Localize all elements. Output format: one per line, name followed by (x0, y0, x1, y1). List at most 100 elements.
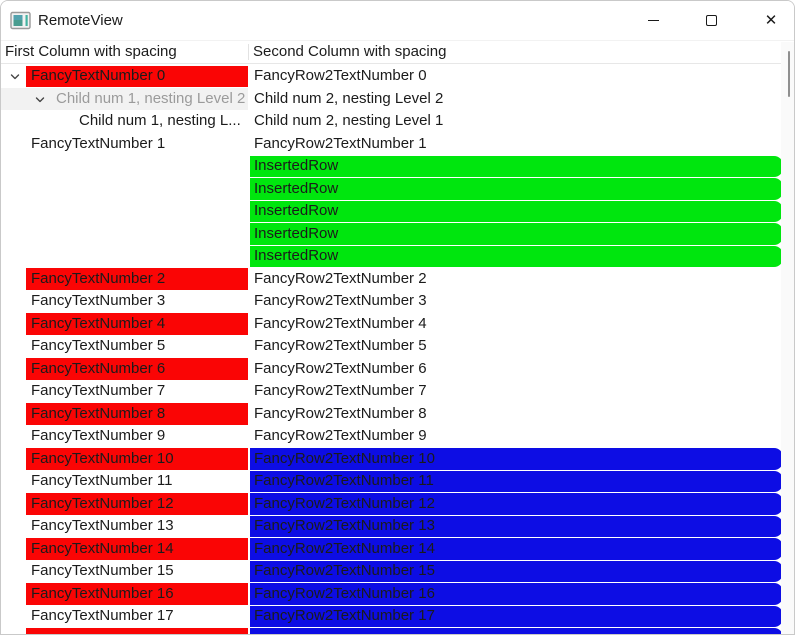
cell-first-column[interactable]: FancyTextNumber 3 (1, 290, 248, 313)
table-row[interactable]: InsertedRow (1, 155, 794, 178)
cell-second-column[interactable]: InsertedRow (250, 200, 783, 223)
cell-first-column[interactable] (1, 200, 248, 223)
table-row[interactable]: FancyTextNumber 1 FancyRow2TextNumber 1 (1, 133, 794, 156)
cell-second-column[interactable]: FancyRow2TextNumber 16 (250, 583, 783, 606)
cell-first-column[interactable]: FancyTextNumber 0 (1, 65, 248, 88)
cell-first-column[interactable] (1, 245, 248, 268)
minimize-button[interactable] (630, 1, 676, 40)
table-row[interactable]: FancyTextNumber 8 FancyRow2TextNumber 8 (1, 403, 794, 426)
cell-first-column[interactable]: FancyTextNumber 15 (1, 560, 248, 583)
cell-first-column[interactable]: FancyTextNumber 11 (1, 470, 248, 493)
table-row[interactable]: FancyTextNumber 4 FancyRow2TextNumber 4 (1, 313, 794, 336)
cell-first-column[interactable]: FancyTextNumber 16 (1, 583, 248, 606)
cell-text: FancyRow2TextNumber 6 (254, 359, 427, 377)
cell-second-column[interactable]: FancyRow2TextNumber 3 (250, 290, 783, 313)
cell-text: FancyRow2TextNumber 0 (254, 67, 427, 84)
table-row[interactable]: FancyTextNumber 12 FancyRow2TextNumber 12 (1, 493, 794, 516)
cell-second-column[interactable]: FancyRow2TextNumber 13 (250, 515, 783, 538)
cell-text: FancyRow2TextNumber 9 (254, 427, 427, 444)
maximize-button[interactable] (688, 1, 734, 40)
table-row[interactable]: FancyTextNumber 11 FancyRow2TextNumber 11 (1, 470, 794, 493)
scrollbar-thumb[interactable] (788, 51, 790, 97)
cell-first-column[interactable]: FancyTextNumber 2 (1, 268, 248, 291)
app-icon (10, 11, 31, 30)
table-row[interactable]: FancyTextNumber 7 FancyRow2TextNumber 7 (1, 380, 794, 403)
cell-first-column[interactable]: FancyTextNumber 9 (1, 425, 248, 448)
vertical-scrollbar[interactable] (781, 42, 794, 634)
cell-second-column[interactable]: InsertedRow (250, 155, 783, 178)
cell-second-column[interactable]: FancyRow2TextNumber 0 (250, 65, 783, 88)
cell-first-column[interactable] (1, 628, 248, 634)
cell-second-column[interactable]: FancyRow2TextNumber 12 (250, 493, 783, 516)
chevron-down-icon[interactable] (9, 70, 21, 82)
cell-second-column[interactable] (250, 628, 783, 634)
cell-text: InsertedRow (254, 202, 339, 219)
cell-second-column[interactable]: FancyRow2TextNumber 14 (250, 538, 783, 561)
cell-text: FancyTextNumber 8 (31, 404, 166, 422)
cell-second-column[interactable]: FancyRow2TextNumber 11 (250, 470, 783, 493)
cell-text: FancyRow2TextNumber 16 (254, 584, 435, 602)
cell-first-column[interactable]: FancyTextNumber 7 (1, 380, 248, 403)
cell-first-column[interactable]: Child num 1, nesting L... (1, 110, 248, 133)
cell-first-column[interactable]: Child num 1, nesting Level 2 (1, 88, 248, 111)
window-title: RemoteView (38, 12, 123, 29)
table-row[interactable]: FancyTextNumber 17 FancyRow2TextNumber 17 (1, 605, 794, 628)
cell-first-column[interactable]: FancyTextNumber 6 (1, 358, 248, 381)
cell-second-column[interactable]: InsertedRow (250, 223, 783, 246)
table-row[interactable]: Child num 1, nesting Level 2 Child num 2,… (1, 88, 794, 111)
cell-second-column[interactable]: FancyRow2TextNumber 7 (250, 380, 783, 403)
cell-first-column[interactable] (1, 223, 248, 246)
column-divider[interactable] (248, 44, 249, 60)
table-row[interactable]: InsertedRow (1, 223, 794, 246)
cell-first-column[interactable]: FancyTextNumber 4 (1, 313, 248, 336)
table-row[interactable]: FancyTextNumber 13 FancyRow2TextNumber 13 (1, 515, 794, 538)
cell-first-column[interactable]: FancyTextNumber 17 (1, 605, 248, 628)
cell-second-column[interactable]: FancyRow2TextNumber 1 (250, 133, 783, 156)
cell-first-column[interactable]: FancyTextNumber 1 (1, 133, 248, 156)
cell-second-column[interactable]: InsertedRow (250, 245, 783, 268)
table-row[interactable]: Child num 1, nesting L... Child num 2, ne… (1, 110, 794, 133)
cell-first-column[interactable]: FancyTextNumber 13 (1, 515, 248, 538)
cell-second-column[interactable]: FancyRow2TextNumber 9 (250, 425, 783, 448)
table-row[interactable]: InsertedRow (1, 178, 794, 201)
cell-first-column[interactable]: FancyTextNumber 8 (1, 403, 248, 426)
table-row[interactable]: FancyTextNumber 16 FancyRow2TextNumber 16 (1, 583, 794, 606)
table-row[interactable]: FancyTextNumber 6 FancyRow2TextNumber 6 (1, 358, 794, 381)
cell-second-column[interactable]: FancyRow2TextNumber 4 (250, 313, 783, 336)
cell-second-column[interactable]: FancyRow2TextNumber 6 (250, 358, 783, 381)
cell-second-column[interactable]: FancyRow2TextNumber 15 (250, 560, 783, 583)
cell-second-column[interactable]: FancyRow2TextNumber 5 (250, 335, 783, 358)
chevron-down-icon[interactable] (34, 93, 46, 105)
cell-text: FancyTextNumber 11 (31, 472, 173, 489)
cell-first-column[interactable]: FancyTextNumber 14 (1, 538, 248, 561)
table-row[interactable]: FancyTextNumber 15 FancyRow2TextNumber 15 (1, 560, 794, 583)
table-row[interactable]: FancyTextNumber 2 FancyRow2TextNumber 2 (1, 268, 794, 291)
cell-text: FancyTextNumber 14 (31, 539, 174, 557)
cell-first-column[interactable]: FancyTextNumber 10 (1, 448, 248, 471)
column-header-first[interactable]: First Column with spacing (5, 41, 245, 63)
table-row[interactable] (1, 628, 794, 634)
close-button[interactable]: ✕ (748, 1, 794, 40)
cell-first-column[interactable]: FancyTextNumber 5 (1, 335, 248, 358)
cell-first-column[interactable]: FancyTextNumber 12 (1, 493, 248, 516)
table-row[interactable]: FancyTextNumber 3 FancyRow2TextNumber 3 (1, 290, 794, 313)
cell-second-column[interactable]: FancyRow2TextNumber 2 (250, 268, 783, 291)
table-row[interactable]: FancyTextNumber 5 FancyRow2TextNumber 5 (1, 335, 794, 358)
cell-first-column[interactable] (1, 178, 248, 201)
cell-second-column[interactable]: Child num 2, nesting Level 1 (250, 110, 783, 133)
cell-second-column[interactable]: Child num 2, nesting Level 2 (250, 88, 783, 111)
cell-second-column[interactable]: FancyRow2TextNumber 8 (250, 403, 783, 426)
table-row[interactable]: FancyTextNumber 0 FancyRow2TextNumber 0 (1, 65, 794, 88)
column-header-second[interactable]: Second Column with spacing (253, 41, 446, 63)
cell-second-column[interactable]: FancyRow2TextNumber 17 (250, 605, 783, 628)
table-row[interactable]: InsertedRow (1, 200, 794, 223)
table-row[interactable]: FancyTextNumber 14 FancyRow2TextNumber 14 (1, 538, 794, 561)
table-row[interactable]: FancyTextNumber 9 FancyRow2TextNumber 9 (1, 425, 794, 448)
cell-text: FancyRow2TextNumber 17 (254, 607, 435, 624)
table-row[interactable]: InsertedRow (1, 245, 794, 268)
table-row[interactable]: FancyTextNumber 10 FancyRow2TextNumber 10 (1, 448, 794, 471)
cell-second-column[interactable]: FancyRow2TextNumber 10 (250, 448, 783, 471)
tree-view[interactable]: FancyTextNumber 0 FancyRow2TextNumber 0 Ch… (1, 65, 794, 634)
cell-first-column[interactable] (1, 155, 248, 178)
cell-second-column[interactable]: InsertedRow (250, 178, 783, 201)
